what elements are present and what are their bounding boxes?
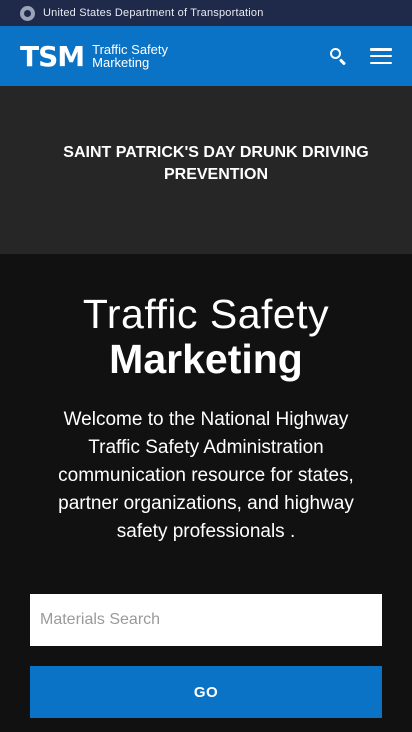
welcome-text: Welcome to the National Highway Traffic … <box>58 409 354 542</box>
dot-seal-icon <box>20 5 35 21</box>
campaign-title-link[interactable]: SAINT PATRICK'S DAY DRUNK DRIVING PREVEN… <box>50 142 382 186</box>
header-actions <box>328 26 392 86</box>
hero: Traffic Safety Marketing Welcome to the … <box>0 254 412 546</box>
logo-subtitle: Traffic Safety Marketing <box>92 43 168 69</box>
campaign-banner: SAINT PATRICK'S DAY DRUNK DRIVING PREVEN… <box>0 86 412 254</box>
site-header: TSM Traffic Safety Marketing <box>0 26 412 86</box>
gov-banner: United States Department of Transportati… <box>0 0 412 26</box>
search-icon[interactable] <box>328 46 348 66</box>
gov-banner-text: United States Department of Transportati… <box>43 7 264 19</box>
logo-mark: TSM <box>20 39 85 73</box>
logo-line-2: Marketing <box>92 55 150 70</box>
hero-title-light: Traffic Safety <box>82 291 330 337</box>
materials-search-input[interactable] <box>30 594 382 646</box>
hero-title: Traffic Safety Marketing <box>0 292 412 382</box>
hero-title-bold: Marketing <box>109 336 303 382</box>
go-button[interactable]: GO <box>30 666 382 718</box>
hamburger-menu-icon[interactable] <box>370 48 392 64</box>
materials-search: GO <box>0 594 412 718</box>
site-logo[interactable]: TSM Traffic Safety Marketing <box>20 40 168 73</box>
